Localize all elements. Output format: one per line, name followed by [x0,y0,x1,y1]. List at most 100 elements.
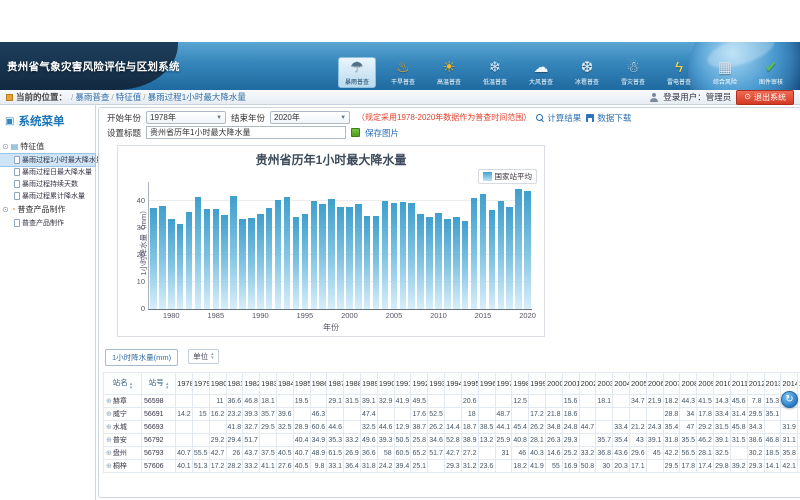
row-expander-icon[interactable]: ⊕ [106,437,112,444]
y-axis-label: 1小时降水量（mm） [138,206,149,275]
value-cell: 45 [646,447,663,460]
sidebar-item-0-2[interactable]: 暴雨过程持续天数 [0,178,95,190]
nav-item-low-temp-survey[interactable]: ❄低温普查 [476,57,514,88]
bar-slot [274,182,283,309]
value-cell: 44.7 [579,421,596,434]
sidebar-item-label: 普查产品制作 [22,218,64,228]
value-cell: 17.1 [630,460,647,473]
value-cell: 51.7 [428,447,445,460]
value-cell: 21.9 [646,395,663,408]
sort-down-icon: ▾ [130,387,133,391]
breadcrumb-item-1h-max-precip[interactable]: 暴雨过程1小时最大降水量 [148,91,246,103]
value-cell: 41.9 [529,460,546,473]
value-cell: 18.7 [461,421,478,434]
nav-item-comprehensive-risk[interactable]: ▦综合风险 [706,57,744,88]
chart-legend[interactable]: 国家站平均 [478,169,538,184]
nav-item-hail-survey[interactable]: ❆冰雹普查 [568,57,606,88]
bar-2016 [489,210,496,309]
floating-refresh-button[interactable]: ↻ [781,391,798,408]
value-cell: 14.2 [176,408,193,421]
nav-item-rainstorm-survey[interactable]: ☂暴雨普查 [338,57,376,88]
bar-slot [434,182,443,309]
nav-item-drought-survey[interactable]: ♨干旱普查 [384,57,422,88]
bar-slot [487,182,496,309]
x-tick-label: 1985 [207,311,224,320]
value-cell: 40.1 [176,460,193,473]
nav-item-map-review[interactable]: ✔图件审核 [752,57,790,88]
value-cell: 48.9 [310,447,327,460]
nav-item-gale-survey[interactable]: ☁大风普查 [522,57,560,88]
app-title-container: 贵州省气象灾害风险评估与区划系统 [0,42,178,90]
tree-expander-icon: ⊙ [2,143,9,151]
sidebar-item-1-0[interactable]: 普查产品制作 [0,217,95,229]
col-header-code[interactable]: 站号 ▴▾ [142,373,176,395]
value-cell: 31.8 [663,434,680,447]
col-header-year: 1995 [461,373,478,395]
calculate-results-link[interactable]: 计算结果 [536,112,581,124]
row-expander-icon[interactable]: ⊕ [106,398,112,405]
bar-slot [327,182,336,309]
row-expander-icon[interactable]: ⊕ [106,411,112,418]
row-expander-icon[interactable]: ⊕ [106,450,112,457]
bar-slot [479,182,488,309]
value-cell [176,421,193,434]
data-download-link[interactable]: 数据下载 [586,112,631,124]
bar-slot [372,182,381,309]
col-header-name[interactable]: 站名 ▴▾ [104,373,142,395]
table-row: ⊕赫章565981136.646.818.119.529.131.539.132… [104,395,800,408]
value-cell: 25.2 [562,447,579,460]
document-icon [14,168,20,176]
sidebar-group-1[interactable]: ⊙◔普查产品制作 [0,202,95,217]
col-header-year: 1986 [310,373,327,395]
user-icon [649,93,658,102]
breadcrumb-item-feature-values[interactable]: 特征值 [116,91,142,103]
unit-sort-control[interactable]: 单位 ▴▾ [188,349,219,364]
value-cell: 51.7 [243,434,260,447]
start-year-select[interactable]: 1978年 ▼ [146,111,226,124]
end-year-select[interactable]: 2020年 ▼ [270,111,350,124]
value-cell: 34.9 [310,434,327,447]
measure-chip[interactable]: 1小时降水量(mm) [105,349,178,366]
value-cell: 28.8 [663,408,680,421]
value-cell: 29.5 [747,408,764,421]
value-cell: 26.2 [428,421,445,434]
sidebar-title: 系统菜单 [18,113,64,129]
sidebar-item-0-0[interactable]: 暴雨过程1小时最大降水量 [0,154,95,166]
row-expander-icon[interactable]: ⊕ [106,424,112,431]
value-cell [730,447,747,460]
breadcrumb-item-rainstorm-survey[interactable]: 暴雨普查 [75,91,109,103]
value-cell: 20.3 [613,460,630,473]
value-cell [512,408,529,421]
bar-slot [167,182,176,309]
nav-item-high-temp-survey[interactable]: ☀高温普查 [430,57,468,88]
logout-button[interactable]: ⊙ 退出系统 [736,90,794,105]
value-cell [428,460,445,473]
bar-1985 [213,209,220,309]
table-row: ⊕盘州5679340.755.542.72643.737.540.540.748… [104,447,800,460]
value-cell: 49.5 [411,395,428,408]
value-cell: 44.6 [377,421,394,434]
row-expander-icon[interactable]: ⊕ [106,463,112,470]
nav-item-snow-survey[interactable]: ☃雪灾普查 [614,57,652,88]
nav-item-lightning-survey[interactable]: ϟ雷电普查 [660,57,698,88]
value-cell: 52.5 [428,408,445,421]
value-cell: 17.6 [411,408,428,421]
bar-2020 [524,191,531,309]
legend-swatch [483,172,492,181]
bar-slot [300,182,309,309]
chart-title-input[interactable] [146,126,346,139]
col-header-year: 1991 [394,373,411,395]
x-tick-label: 1990 [252,311,269,320]
bar-slot [211,182,220,309]
sidebar-group-0[interactable]: ⊙▤特征值 [0,139,95,154]
bar-2002 [364,216,371,309]
save-image-link[interactable]: 保存图片 [365,127,399,139]
bar-slot [318,182,327,309]
sidebar-item-0-1[interactable]: 暴雨过程日最大降水量 [0,166,95,178]
value-cell: 24.2 [377,460,394,473]
value-cell: 9.8 [310,460,327,473]
sidebar-item-0-3[interactable]: 暴雨过程累计降水量 [0,190,95,202]
value-cell: 14.3 [714,395,731,408]
unit-label: 单位 [193,351,208,362]
value-cell: 41.1 [260,460,277,473]
